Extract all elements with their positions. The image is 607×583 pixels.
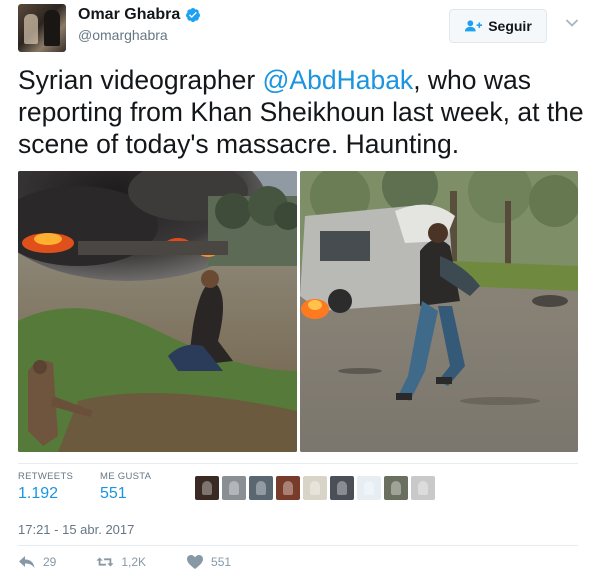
like-button[interactable]: 551 [186,554,231,570]
retweets-label: RETWEETS [18,471,74,482]
liker-avatar[interactable] [330,476,354,500]
mention-link[interactable]: @AbdHabak [263,65,414,95]
tweet-photo-right[interactable] [300,171,578,452]
liker-avatar[interactable] [195,476,219,500]
chevron-down-icon[interactable] [565,18,579,28]
reply-count: 29 [43,555,57,569]
retweet-button[interactable]: 1,2K [96,554,146,570]
photo-right-scene [300,171,578,452]
author-avatar[interactable] [18,4,66,52]
reply-icon [19,556,35,568]
follow-button-label: Seguir [488,18,532,34]
reply-button[interactable]: 29 [18,554,56,570]
tweet-stats: RETWEETS 1.192 ME GUSTA 551 [18,463,578,516]
actions-divider [18,545,578,546]
liker-avatar[interactable] [303,476,327,500]
tweet-text-part1: Syrian videographer [18,65,263,95]
retweet-count: 1,2K [121,555,147,569]
liker-avatar[interactable] [384,476,408,500]
liker-avatar[interactable] [276,476,300,500]
retweet-icon [96,557,114,567]
likers-avatars [195,476,435,500]
tweet-timestamp[interactable]: 17:21 - 15 abr. 2017 [18,522,134,537]
tweet-actions: 29 1,2K 551 [18,554,271,570]
likes-count[interactable]: 551 [100,485,151,503]
follow-button[interactable]: Seguir [449,9,547,43]
heart-icon [187,555,204,569]
author-display-name[interactable]: Omar Ghabra [78,6,201,24]
liker-avatar[interactable] [411,476,435,500]
likes-label: ME GUSTA [100,471,152,482]
tweet-photo-left[interactable] [18,171,297,452]
liker-avatar[interactable] [249,476,273,500]
retweets-count[interactable]: 1.192 [18,485,73,503]
author-handle[interactable]: @omarghabra [78,27,201,43]
retweets-stat[interactable]: RETWEETS 1.192 [18,471,73,503]
likes-stat[interactable]: ME GUSTA 551 [100,471,151,503]
photo-left-scene [18,171,297,452]
author-info[interactable]: Omar Ghabra @omarghabra [78,6,201,43]
verified-badge-icon [186,8,201,22]
tweet-text: Syrian videographer @AbdHabak, who was r… [18,64,588,160]
author-name-text[interactable]: Omar Ghabra [78,6,180,24]
add-user-icon [465,20,483,32]
like-count: 551 [211,555,232,569]
liker-avatar[interactable] [222,476,246,500]
liker-avatar[interactable] [357,476,381,500]
